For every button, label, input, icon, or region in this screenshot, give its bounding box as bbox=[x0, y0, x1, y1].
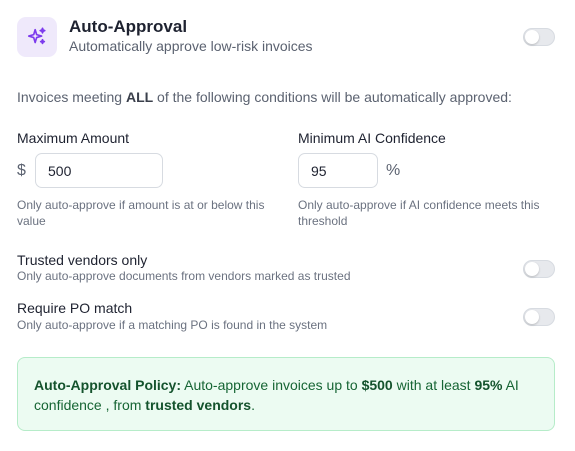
min-confidence-input[interactable]: 95 bbox=[298, 153, 378, 188]
auto-approval-icon-box bbox=[17, 17, 57, 57]
policy-text-1: Auto-approve invoices up to bbox=[181, 377, 362, 393]
intro-text-after: of the following conditions will be auto… bbox=[153, 89, 512, 105]
po-match-toggle[interactable] bbox=[523, 308, 555, 326]
min-confidence-label: Minimum AI Confidence bbox=[298, 130, 446, 146]
po-match-description: Only auto-approve if a matching PO is fo… bbox=[17, 318, 328, 332]
policy-amount: $500 bbox=[361, 377, 393, 393]
section-subtitle: Automatically approve low-risk invoices bbox=[69, 38, 313, 54]
currency-prefix: $ bbox=[17, 162, 26, 179]
policy-confidence: 95% bbox=[474, 377, 503, 393]
po-match-title: Require PO match bbox=[17, 300, 133, 316]
min-confidence-help: Only auto-approve if AI confidence meets… bbox=[298, 198, 540, 228]
trusted-vendors-description: Only auto-approve documents from vendors… bbox=[17, 269, 351, 283]
trusted-vendors-title: Trusted vendors only bbox=[17, 252, 148, 268]
trusted-vendors-toggle[interactable] bbox=[523, 260, 555, 278]
percent-suffix: % bbox=[386, 162, 401, 179]
sparkles-icon bbox=[27, 27, 46, 45]
toggle-knob bbox=[525, 262, 539, 276]
intro-emphasis: ALL bbox=[125, 89, 154, 105]
auto-approval-toggle[interactable] bbox=[523, 28, 555, 46]
conditions-intro: Invoices meeting ALL of the following co… bbox=[17, 89, 512, 105]
policy-text-2: with at least bbox=[392, 377, 475, 393]
policy-label: Auto-Approval Policy: bbox=[34, 377, 182, 393]
toggle-knob bbox=[525, 30, 539, 44]
toggle-knob bbox=[525, 310, 539, 324]
policy-vendors: trusted vendors bbox=[145, 397, 252, 413]
max-amount-input[interactable]: 500 bbox=[35, 153, 163, 188]
policy-text-4: . bbox=[251, 397, 255, 413]
max-amount-help: Only auto-approve if amount is at or bel… bbox=[17, 198, 265, 228]
intro-text-before: Invoices meeting bbox=[17, 89, 126, 105]
policy-summary: Auto-Approval Policy: Auto-approve invoi… bbox=[17, 357, 555, 431]
max-amount-label: Maximum Amount bbox=[17, 130, 130, 146]
section-title: Auto-Approval bbox=[69, 17, 188, 36]
